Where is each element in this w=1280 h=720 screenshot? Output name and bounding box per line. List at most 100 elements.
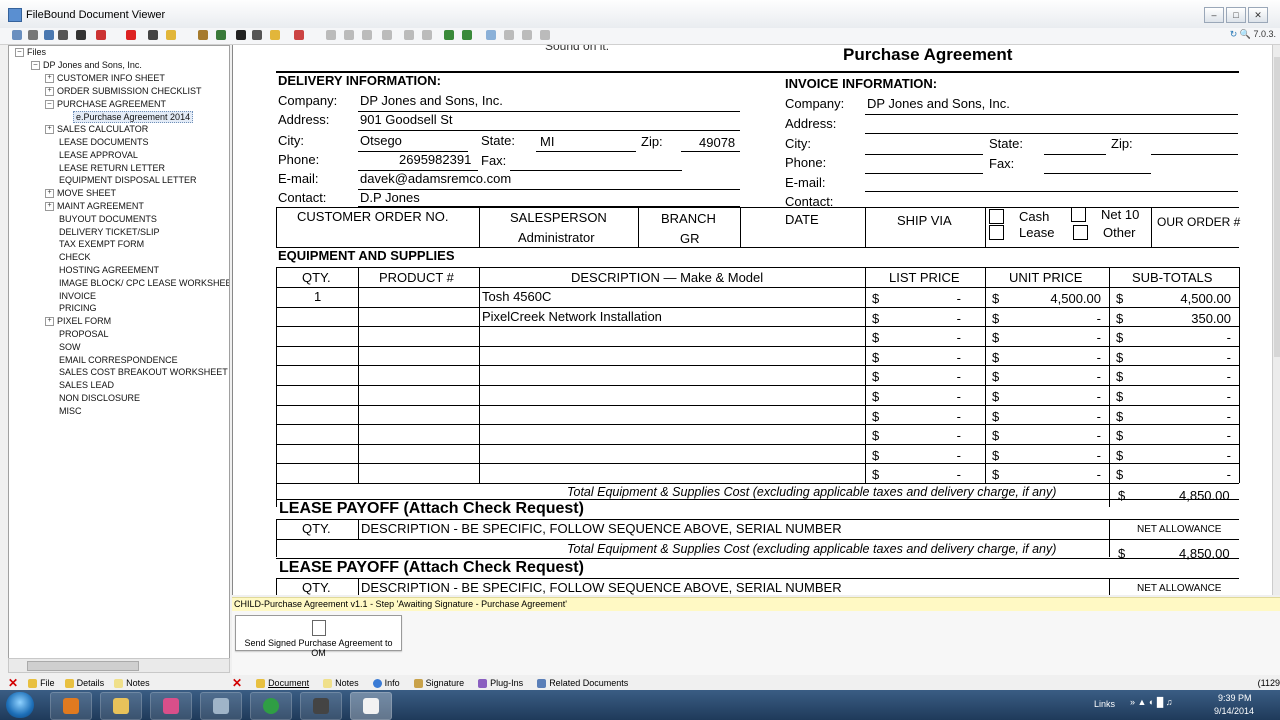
- lease-checkbox[interactable]: [989, 225, 1004, 240]
- rotate-left-icon[interactable]: [522, 30, 532, 40]
- expand-icon[interactable]: +: [45, 202, 54, 212]
- tree-folder-item[interactable]: + SALES CALCULATOR: [45, 124, 148, 135]
- open-icon[interactable]: [12, 30, 22, 40]
- print-doc-icon[interactable]: [252, 30, 262, 40]
- expand-icon[interactable]: +: [45, 86, 54, 96]
- tree-folder-item[interactable]: SOW: [59, 342, 81, 352]
- tree-folder-item[interactable]: EQUIPMENT DISPOSAL LETTER: [59, 175, 197, 185]
- tab-signature[interactable]: Signature: [413, 678, 464, 688]
- stack-icon[interactable]: [76, 30, 86, 40]
- scroll-thumb[interactable]: [1274, 57, 1280, 357]
- tree-folder-item[interactable]: TAX EXEMPT FORM: [59, 239, 144, 249]
- tab-details[interactable]: Details: [64, 678, 104, 688]
- fit-icon[interactable]: [362, 30, 372, 40]
- tray-icons[interactable]: » ▲ ◐ █ ♫: [1130, 697, 1172, 707]
- email-icon[interactable]: [166, 30, 176, 40]
- minimize-button[interactable]: –: [1204, 7, 1224, 23]
- taskbar-outlook[interactable]: [50, 692, 92, 720]
- start-button[interactable]: [6, 692, 34, 718]
- tree-folder-item[interactable]: + PIXEL FORM: [45, 316, 111, 327]
- tab-related-documents[interactable]: Related Documents: [537, 678, 628, 688]
- lock-icon[interactable]: [216, 30, 226, 40]
- tree-folder-item[interactable]: SALES COST BREAKOUT WORKSHEET: [59, 367, 228, 377]
- zoom-out-icon[interactable]: [344, 30, 354, 40]
- taskbar-chrome[interactable]: [250, 692, 292, 720]
- tree-document-item[interactable]: e.Purchase Agreement 2014: [73, 111, 194, 124]
- collapse-icon[interactable]: –: [15, 48, 24, 58]
- other-checkbox[interactable]: [1073, 225, 1088, 240]
- taskbar-calculator[interactable]: [200, 692, 242, 720]
- pan-icon[interactable]: [504, 30, 514, 40]
- import-icon[interactable]: [44, 30, 54, 40]
- tree-folder-item[interactable]: PRICING: [59, 303, 97, 313]
- scanner-icon[interactable]: [28, 30, 38, 40]
- tree-folder-item[interactable]: + ORDER SUBMISSION CHECKLIST: [45, 86, 202, 96]
- tree-horizontal-scrollbar[interactable]: [8, 658, 230, 673]
- tree-client-folder[interactable]: – DP Jones and Sons, Inc.: [31, 60, 142, 71]
- tree-folder-item[interactable]: LEASE DOCUMENTS: [59, 137, 149, 147]
- save-icon[interactable]: [236, 30, 246, 40]
- send-icon[interactable]: [270, 30, 280, 40]
- taskbar-snipping[interactable]: [150, 692, 192, 720]
- tree-folder-item[interactable]: + CUSTOMER INFO SHEET: [45, 73, 165, 84]
- tree-folder-item[interactable]: EMAIL CORRESPONDENCE: [59, 355, 178, 365]
- taskbar-explorer[interactable]: [100, 692, 142, 720]
- document-vertical-scrollbar[interactable]: [1272, 45, 1280, 595]
- expand-icon[interactable]: +: [45, 189, 54, 199]
- maximize-button[interactable]: □: [1226, 7, 1246, 23]
- close-icon[interactable]: ✕: [8, 676, 18, 690]
- document-viewer[interactable]: Sound on it. Purchase Agreement DELIVERY…: [232, 45, 1273, 595]
- prev-page-icon[interactable]: [422, 30, 432, 40]
- expand-icon[interactable]: +: [45, 125, 54, 135]
- tab-document[interactable]: Document: [256, 678, 309, 688]
- tree-folder-item[interactable]: – PURCHASE AGREEMENT: [45, 99, 166, 109]
- cash-checkbox[interactable]: [989, 209, 1004, 224]
- tab-info[interactable]: Info: [372, 678, 400, 688]
- tree-folder-item[interactable]: BUYOUT DOCUMENTS: [59, 214, 157, 224]
- undo-icon[interactable]: [96, 30, 106, 40]
- links-toolbar[interactable]: Links: [1094, 699, 1115, 709]
- rotate-right-icon[interactable]: [540, 30, 550, 40]
- delete-icon[interactable]: [126, 30, 136, 40]
- tree-folder-item[interactable]: NON DISCLOSURE: [59, 393, 140, 403]
- highlight-icon[interactable]: [462, 30, 472, 40]
- tree-folder-item[interactable]: + MOVE SHEET: [45, 188, 116, 199]
- zoom-in-icon[interactable]: [326, 30, 336, 40]
- tree-folder-item[interactable]: LEASE APPROVAL: [59, 150, 138, 160]
- tree-folder-item[interactable]: DELIVERY TICKET/SLIP: [59, 227, 160, 237]
- tree-folder-item[interactable]: + MAINT AGREEMENT: [45, 201, 144, 212]
- tree-folder-item[interactable]: INVOICE: [59, 291, 96, 301]
- pointer-icon[interactable]: [486, 30, 496, 40]
- tab-notes-left[interactable]: Notes: [114, 678, 150, 688]
- collapse-icon[interactable]: –: [31, 61, 40, 71]
- tree-folder-item[interactable]: IMAGE BLOCK/ CPC LEASE WORKSHEET: [59, 278, 229, 288]
- scroll-thumb[interactable]: [27, 661, 139, 671]
- print-icon[interactable]: [148, 30, 158, 40]
- tree-folder-item[interactable]: CHECK: [59, 252, 91, 262]
- taskbar-filebound[interactable]: [350, 692, 392, 720]
- close-button[interactable]: ✕: [1248, 7, 1268, 23]
- clock-time[interactable]: 9:39 PM: [1218, 693, 1252, 703]
- rotate-icon[interactable]: [294, 30, 304, 40]
- tree-root-files[interactable]: – Files: [15, 47, 46, 58]
- collapse-icon[interactable]: –: [45, 99, 54, 109]
- expand-icon[interactable]: +: [45, 74, 54, 84]
- taskbar-app[interactable]: [300, 692, 342, 720]
- tab-file[interactable]: File: [28, 678, 55, 688]
- tree-folder-item[interactable]: PROPOSAL: [59, 329, 109, 339]
- net10-checkbox[interactable]: [1071, 207, 1086, 222]
- tree-folder-item[interactable]: SALES LEAD: [59, 380, 114, 390]
- annotate-icon[interactable]: [444, 30, 454, 40]
- expand-icon[interactable]: +: [45, 317, 54, 327]
- clock-date[interactable]: 9/14/2014: [1214, 706, 1254, 716]
- close-document-icon[interactable]: ✕: [232, 676, 242, 690]
- tree-folder-item[interactable]: LEASE RETURN LETTER: [59, 163, 165, 173]
- send-signed-agreement-button[interactable]: Send Signed Purchase Agreement to OM: [235, 615, 402, 658]
- tag-icon[interactable]: [198, 30, 208, 40]
- tab-plugins[interactable]: Plug-Ins: [478, 678, 523, 688]
- tree-folder-item[interactable]: MISC: [59, 406, 82, 416]
- first-page-icon[interactable]: [404, 30, 414, 40]
- tree-folder-item[interactable]: HOSTING AGREEMENT: [59, 265, 159, 275]
- page-icon[interactable]: [58, 30, 68, 40]
- fit-width-icon[interactable]: [382, 30, 392, 40]
